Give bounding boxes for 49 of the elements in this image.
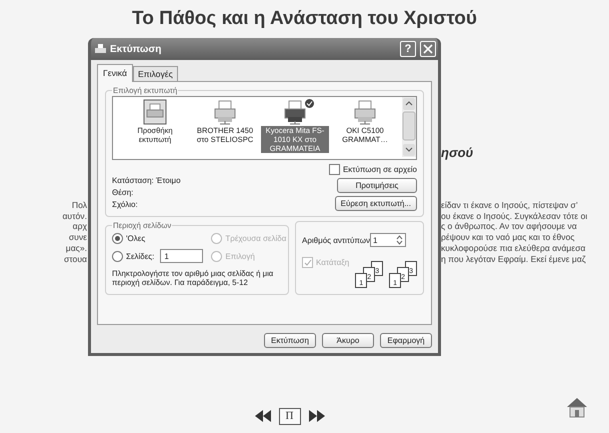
printer-icon <box>212 99 238 125</box>
page-button[interactable]: Π <box>278 408 300 424</box>
scrollbar[interactable] <box>402 97 416 157</box>
checkbox-label: Κατάταξη <box>316 258 350 267</box>
printer-icon <box>352 99 378 125</box>
printer-icon <box>282 99 308 125</box>
body-text-line: αυτόν. <box>62 210 87 222</box>
info-line: Θέση: <box>112 188 134 197</box>
body-text-line: η που λεγόταν Εφραίμ. Εκεί έμενε μαζ <box>441 254 587 264</box>
tab[interactable]: Γενικά <box>97 64 133 82</box>
info-line: Κατάσταση: Έτοιμο <box>112 176 181 185</box>
add-printer-icon <box>142 99 168 125</box>
pages-field[interactable]: 1 <box>160 249 204 263</box>
copies-spinner[interactable]: 1 <box>370 233 406 247</box>
dialog-button[interactable]: Εφαρμογή <box>380 333 432 348</box>
radio-button[interactable] <box>112 233 123 244</box>
body-text-line: ρέψουν και το ναό μας και το έθνος <box>441 232 576 243</box>
body-text-line: ου έκανε ο Ιησούς. Συγκάλεσαν τότε οι <box>441 210 588 222</box>
body-text-line: κυκλοφορούσε πια ελεύθερα ανάμεσα <box>441 242 586 254</box>
body-text-line: ς ο άνθρωπος. Αν τον αφήσουμε να <box>441 221 578 232</box>
tab[interactable]: Επιλογές <box>132 66 178 82</box>
checkbox-label: Εκτύπωση σε αρχείο <box>342 165 417 174</box>
help-button[interactable]: ? <box>400 41 416 57</box>
dialog-button[interactable]: Εύρεση εκτυπωτή... <box>334 196 417 211</box>
body-text-line: Πολ <box>72 200 87 211</box>
checkbox[interactable] <box>328 164 340 175</box>
dialog-button[interactable]: Προτιμήσεις <box>337 178 417 193</box>
radio-label: Επιλογή <box>225 252 255 260</box>
body-text-line: μας». <box>66 242 87 254</box>
home-icon[interactable] <box>565 395 589 419</box>
radio-label: Σελίδες: <box>126 252 154 260</box>
body-text-line: είδαν τι έκανε ο Ιησούς, πίστεψαν σ’ <box>441 200 579 211</box>
dialog-button[interactable]: Εκτύπωση <box>264 333 316 348</box>
body-text-line: συνε <box>68 232 87 243</box>
dialog-button[interactable]: Άκυρο <box>322 333 374 348</box>
page-title: Το Πάθος και η Ανάσταση του Χριστού <box>132 8 477 30</box>
body-text-line: αρχ <box>72 221 87 232</box>
section-heading: ησού <box>441 145 474 160</box>
copies-label: Αριθμός αντιτύπων <box>302 236 370 244</box>
next-icon[interactable] <box>308 410 324 422</box>
printer-icon <box>95 44 106 54</box>
previous-icon[interactable] <box>254 410 270 422</box>
radio-label: 'Ολες <box>126 234 146 243</box>
info-line: Σχόλιο: <box>112 200 139 209</box>
radio-label: Τρέχουσα σελίδα <box>225 234 286 243</box>
radio-button[interactable] <box>112 250 123 262</box>
body-text-line: στουα <box>64 254 87 264</box>
window-title: Εκτύπωση <box>110 44 162 54</box>
close-button[interactable] <box>420 41 436 57</box>
